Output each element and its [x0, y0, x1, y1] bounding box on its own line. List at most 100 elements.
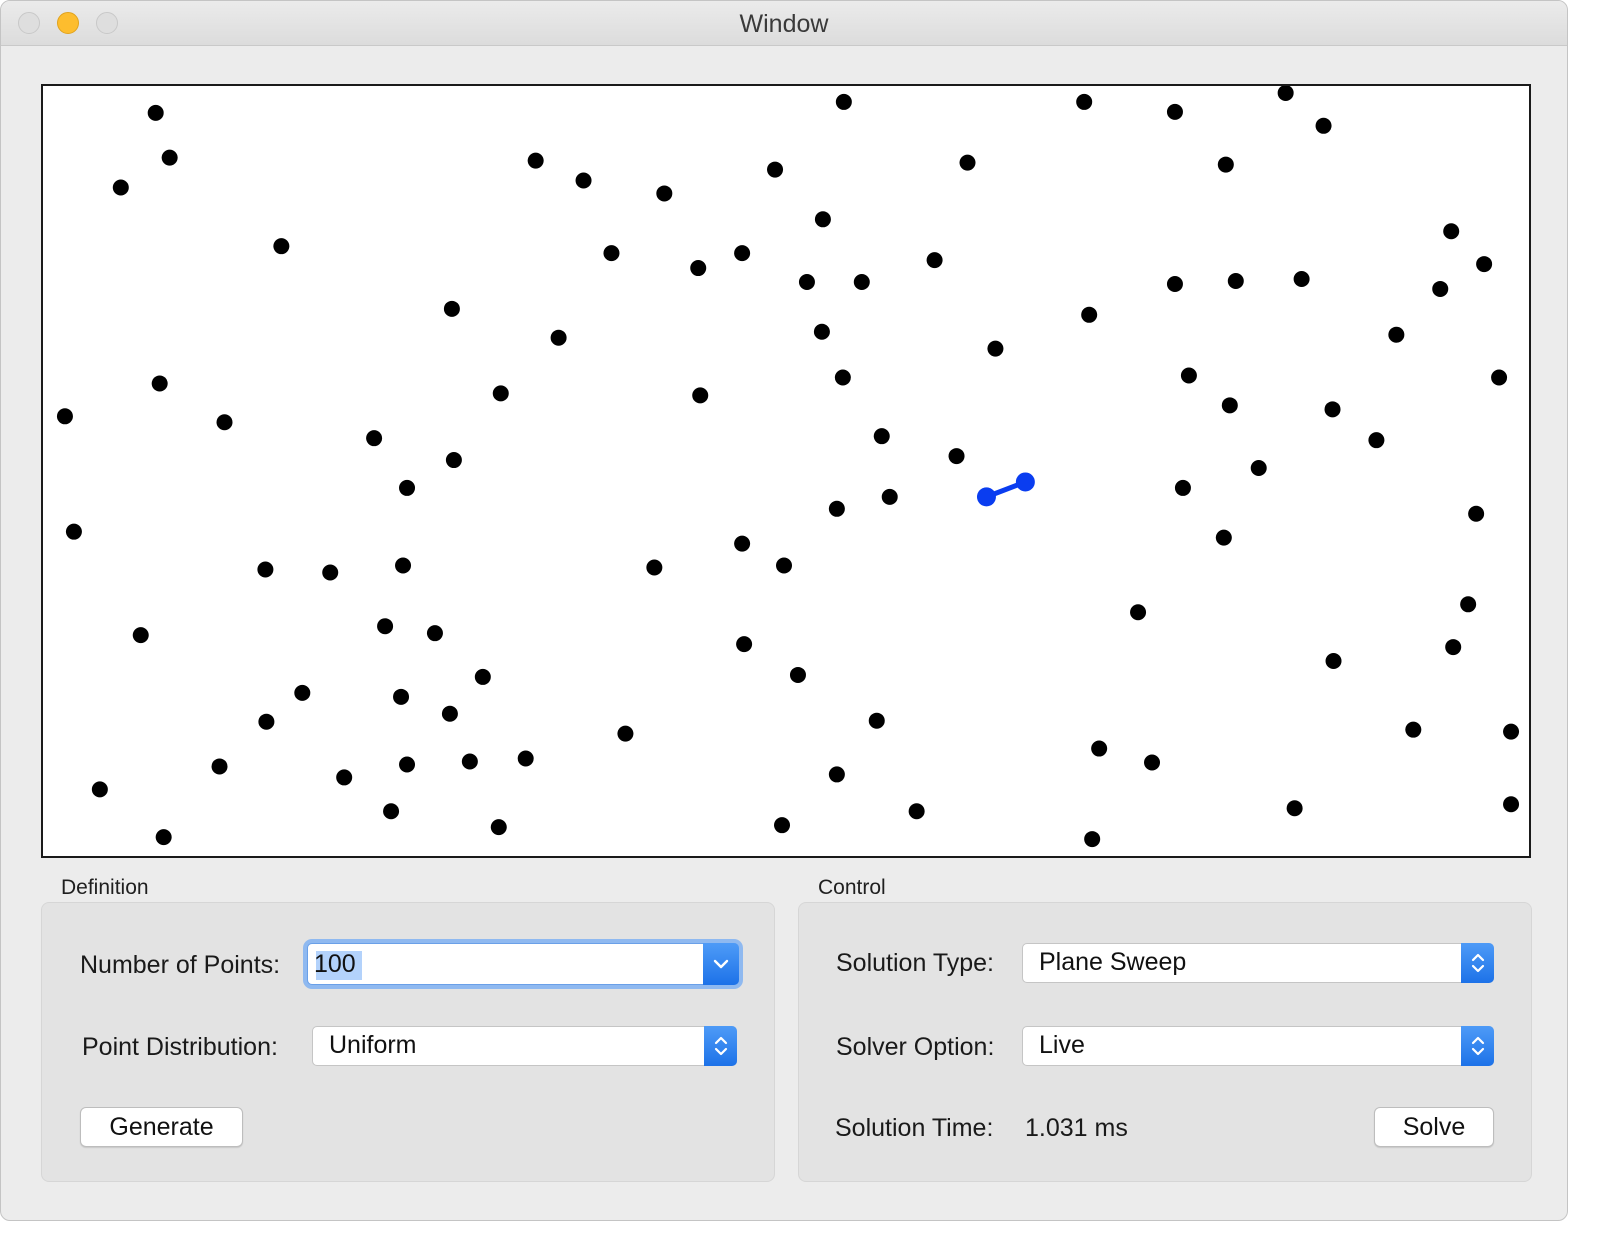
point-79: [1091, 740, 1108, 757]
point-46: [1324, 401, 1341, 418]
point-35: [151, 375, 168, 392]
point-51: [1174, 479, 1191, 496]
number-of-points-input[interactable]: [314, 949, 694, 979]
point-59: [395, 557, 412, 574]
point-62: [776, 557, 793, 574]
control-group-label: Control: [818, 876, 886, 899]
point-23: [1166, 275, 1183, 292]
point-1: [161, 149, 178, 166]
point-43: [948, 448, 965, 465]
point-72: [474, 668, 491, 685]
chevron-down-icon: [713, 959, 729, 969]
point-33: [813, 323, 830, 340]
point-26: [1443, 223, 1460, 240]
point-92: [155, 829, 172, 846]
point-96: [1286, 800, 1303, 817]
point-73: [294, 684, 311, 701]
point-17: [690, 260, 707, 277]
point-85: [336, 769, 353, 786]
point-40: [692, 387, 709, 404]
solve-button[interactable]: Solve: [1374, 1107, 1494, 1147]
window-title: Window: [739, 10, 829, 38]
number-of-points-combo[interactable]: [307, 943, 739, 985]
number-of-points-dropdown-button[interactable]: [703, 943, 739, 985]
point-91: [490, 819, 507, 836]
point-21: [926, 252, 943, 269]
solution-type-stepper[interactable]: [1461, 943, 1494, 983]
point-69: [1325, 653, 1342, 670]
point-20: [853, 273, 870, 290]
point-11: [1076, 93, 1093, 110]
point-82: [1503, 723, 1520, 740]
point-57: [257, 561, 274, 578]
point-66: [1130, 604, 1147, 621]
title-bar: Window: [1, 1, 1567, 46]
point-81: [1405, 721, 1422, 738]
point-70: [736, 636, 753, 653]
point-58: [322, 564, 339, 581]
point-4: [527, 152, 544, 169]
point-67: [1460, 596, 1477, 613]
point-6: [656, 185, 673, 202]
point-84: [211, 758, 228, 775]
point-0: [147, 104, 164, 121]
point-61: [734, 535, 751, 552]
point-68: [1445, 639, 1462, 656]
point-36: [56, 408, 73, 425]
point-3: [273, 238, 290, 255]
solver-option-popup[interactable]: Live: [1022, 1026, 1494, 1066]
chevron-up-down-icon: [714, 1036, 727, 1056]
point-2: [112, 179, 129, 196]
point-93: [774, 817, 791, 834]
point-53: [1215, 529, 1232, 546]
point-63: [132, 627, 149, 644]
point-distribution-stepper[interactable]: [704, 1026, 737, 1066]
point-87: [461, 753, 478, 770]
generate-button[interactable]: Generate: [80, 1107, 243, 1147]
point-27: [1476, 256, 1493, 273]
point-distribution-popup[interactable]: Uniform: [312, 1026, 737, 1066]
points-canvas[interactable]: [41, 84, 1531, 858]
point-9: [814, 211, 831, 228]
point-74: [258, 713, 275, 730]
point-37: [216, 414, 233, 431]
points-plot: [56, 86, 1520, 848]
solver-option-value: Live: [1039, 1031, 1085, 1059]
point-64: [377, 618, 394, 635]
chevron-up-down-icon: [1471, 953, 1484, 973]
point-44: [1180, 367, 1197, 384]
point-71: [789, 666, 806, 683]
point-94: [908, 803, 925, 820]
point-5: [575, 172, 592, 189]
control-group: Solution Type: Plane Sweep Solver Option…: [798, 902, 1532, 1182]
point-14: [1315, 117, 1332, 134]
point-56: [828, 500, 845, 517]
point-47: [1368, 432, 1385, 449]
solution-type-popup[interactable]: Plane Sweep: [1022, 943, 1494, 983]
point-42: [873, 428, 890, 445]
point-39: [492, 385, 509, 402]
point-90: [383, 803, 400, 820]
point-52: [1250, 460, 1267, 477]
point-7: [767, 161, 784, 178]
solution-time-value: 1.031 ms: [1025, 1114, 1128, 1142]
point-41: [834, 369, 851, 386]
point-78: [868, 712, 885, 729]
solution-time-label: Solution Time:: [835, 1114, 994, 1142]
point-50: [65, 523, 82, 540]
point-95: [1084, 831, 1101, 848]
point-31: [443, 300, 460, 317]
point-65: [426, 625, 443, 642]
point-16: [603, 245, 620, 262]
point-76: [441, 705, 458, 722]
point-24: [1227, 272, 1244, 289]
point-13: [1277, 86, 1294, 101]
point-88: [517, 750, 534, 767]
point-86: [399, 756, 416, 773]
point-77: [617, 725, 634, 742]
solver-option-label: Solver Option:: [836, 1033, 995, 1061]
point-54: [1468, 505, 1485, 522]
solver-option-stepper[interactable]: [1461, 1026, 1494, 1066]
app-window: Window Definition Number of Points: Poin…: [0, 0, 1568, 1221]
closest-pair-point-0: [976, 487, 996, 507]
